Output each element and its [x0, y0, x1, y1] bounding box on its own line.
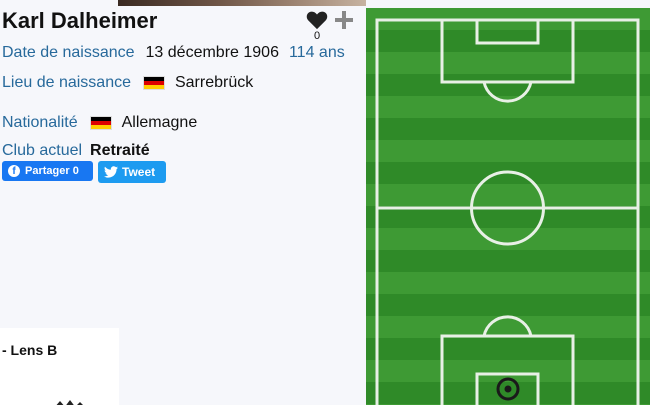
career-card: - Lens B: [0, 328, 119, 405]
player-photo: [118, 0, 366, 6]
birth-date-label: Date de naissance: [2, 44, 135, 61]
position-marker-icon: [496, 377, 520, 401]
club-label: Club actuel: [2, 142, 83, 159]
plus-icon[interactable]: [333, 9, 355, 31]
flag-germany-icon: [89, 116, 112, 130]
heart-icon[interactable]: [306, 10, 328, 30]
club-row: Club actuel Retraité: [2, 142, 150, 160]
career-team: - Lens B: [2, 342, 58, 358]
birth-place-value: Sarrebrück: [174, 74, 254, 91]
age-value: 114 ans: [288, 44, 345, 61]
nationality-label: Nationalité: [2, 114, 78, 131]
club-crest-icon: [56, 400, 83, 405]
share-buttons: f Partager 0 Tweet: [2, 161, 166, 183]
position-pitch: [366, 8, 650, 405]
twitter-bird-icon: [104, 166, 118, 178]
favorite-count: 0: [314, 30, 321, 42]
club-value: Retraité: [90, 142, 150, 159]
nationality-row: Nationalité Allemagne: [2, 114, 197, 132]
birth-place-label: Lieu de naissance: [2, 74, 131, 91]
facebook-icon: f: [8, 165, 20, 177]
tweet-label: Tweet: [122, 165, 156, 179]
facebook-share-label: Partager 0: [25, 165, 79, 177]
pitch-lines: [375, 18, 640, 405]
birth-place-row: Lieu de naissance Sarrebrück: [2, 74, 253, 92]
favorite-widget: 0: [306, 8, 356, 44]
flag-germany-icon: [142, 76, 165, 90]
nationality-value: Allemagne: [121, 114, 198, 131]
facebook-share-button[interactable]: f Partager 0: [2, 161, 93, 181]
tweet-button[interactable]: Tweet: [98, 161, 166, 183]
player-name: Karl Dalheimer: [2, 8, 158, 33]
birth-date-row: Date de naissance 13 décembre 1906 114 a…: [2, 44, 345, 62]
birth-date-value: 13 décembre 1906: [145, 44, 279, 61]
